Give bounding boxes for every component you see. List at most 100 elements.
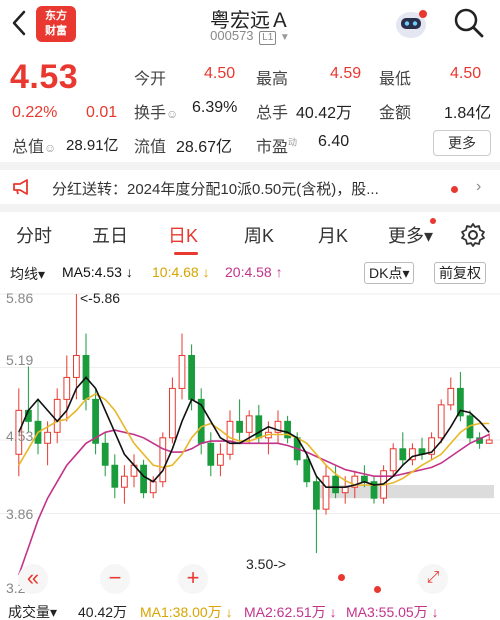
stock-code: 000573 <box>210 28 254 43</box>
float-cap-label: 流值 <box>134 139 167 156</box>
candle-body <box>255 415 263 439</box>
volume-value: 40.42万 <box>296 105 353 122</box>
candle-body <box>207 442 215 466</box>
section-divider <box>0 162 500 170</box>
active-tab-indicator <box>174 252 198 255</box>
mktcap-value: 28.91亿 <box>66 137 119 154</box>
minus-icon[interactable]: − <box>100 564 130 594</box>
chevron-left-icon[interactable] <box>8 6 32 40</box>
search-icon[interactable] <box>452 6 486 40</box>
tab-more[interactable]: 更多▾ <box>388 222 433 248</box>
candle-body <box>341 486 349 494</box>
high-value: 4.59 <box>330 65 362 82</box>
open-label: 今开 <box>134 71 167 88</box>
logo-text-bottom: 财富 <box>45 25 67 37</box>
amount-value: 1.84亿 <box>444 105 492 122</box>
candle-body <box>121 475 128 488</box>
megaphone-icon <box>12 178 32 196</box>
candle-body <box>485 439 493 444</box>
volume-label: 总手 <box>256 105 289 122</box>
chevron-right-icon: › <box>476 178 482 195</box>
volume-indicator-bar: 成交量▾ 40.42万 MA1:38.00万 ↓ MA2:62.51万 ↓ MA… <box>0 600 500 620</box>
tab-monthly-k[interactable]: 月K <box>318 222 348 248</box>
candle-body <box>178 354 186 389</box>
vol-ma3-value: MA3:55.05万 ↓ <box>346 604 439 620</box>
candle-body <box>53 398 61 433</box>
robot-assistant-icon[interactable] <box>392 6 430 42</box>
tab-five-day[interactable]: 五日 <box>92 222 128 248</box>
y-tick-label: 5.19 <box>6 352 34 368</box>
ma20-value: 20:4.58 ↑ <box>225 264 283 280</box>
kline-svg <box>0 293 500 576</box>
candle-body <box>437 404 445 439</box>
turnover-label: 换手☺ <box>134 105 179 122</box>
high-annotation: <-5.86 <box>80 290 121 306</box>
y-tick-label: 4.53 <box>6 428 34 444</box>
open-value: 4.50 <box>204 65 236 82</box>
turnover-value: 6.39% <box>192 99 238 116</box>
gear-icon[interactable] <box>460 222 486 248</box>
ma10-line <box>18 392 490 486</box>
change-percent: 0.22% <box>12 104 58 121</box>
marker-dot[interactable] <box>374 586 381 593</box>
candle-body <box>332 475 339 494</box>
candle-body <box>322 475 330 510</box>
kline-chart[interactable]: 5.86 5.19 4.53 3.86 3.20 <-5.86 3.50-> «… <box>0 286 500 600</box>
candle-body <box>245 415 253 433</box>
candle-body <box>111 464 119 488</box>
volume-value: 40.42万 <box>78 604 128 620</box>
marker-button[interactable] <box>338 564 368 594</box>
expand-icon[interactable]: ⤢ <box>418 564 448 594</box>
ma10-value: 10:4.68 ↓ <box>152 264 210 280</box>
candle-body <box>447 387 455 406</box>
double-left-icon[interactable]: « <box>18 564 48 594</box>
logo-text-top: 东方 <box>45 10 67 22</box>
notice-text: 分红送转：2024年度分配10派0.50元(含税)，股... <box>52 181 379 198</box>
volume-selector[interactable]: 成交量▾ <box>8 602 57 620</box>
current-price: 4.53 <box>10 58 79 96</box>
unread-dot <box>451 186 458 193</box>
candle-body <box>101 442 109 466</box>
ma-indicator-bar: 均线▾ MA5:4.53 ↓ 10:4.68 ↓ 20:4.58 ↑ DK点▾ … <box>0 262 500 284</box>
candle-body <box>63 376 71 400</box>
section-divider <box>0 204 500 212</box>
tab-weekly-k[interactable]: 周K <box>244 222 274 248</box>
float-cap-value: 28.67亿 <box>176 139 233 156</box>
candle-body <box>188 354 195 400</box>
ma-type-selector[interactable]: 均线▾ <box>10 264 45 284</box>
candle-body <box>236 420 243 433</box>
candle-body <box>399 448 407 461</box>
plus-icon[interactable]: + <box>178 564 208 594</box>
candle-body <box>140 464 147 494</box>
high-label: 最高 <box>256 71 289 88</box>
candle-body <box>44 431 51 444</box>
app-logo[interactable]: 东方 财富 <box>36 6 76 42</box>
tab-daily-k[interactable]: 日K <box>168 222 198 248</box>
candle-body <box>217 453 224 466</box>
candle-body <box>389 448 397 472</box>
tab-intraday[interactable]: 分时 <box>16 222 52 248</box>
change-amount: 0.01 <box>86 104 118 121</box>
header: 东方 财富 粤宏远Ａ 000573 L1 ▼ <box>0 0 500 50</box>
notification-dot <box>430 218 436 224</box>
candle-body <box>313 481 320 510</box>
ma5-value: MA5:4.53 ↓ <box>62 264 133 280</box>
y-tick-label: 3.86 <box>6 506 34 522</box>
y-tick-label: 5.86 <box>6 290 34 306</box>
forward-adjust-button[interactable]: 前复权 <box>434 262 486 284</box>
vol-ma1-value: MA1:38.00万 ↓ <box>140 604 233 620</box>
low-annotation: 3.50-> <box>246 556 287 572</box>
low-label: 最低 <box>379 71 412 88</box>
dividend-notice[interactable]: 分红送转：2024年度分配10派0.50元(含税)，股... › <box>0 172 500 202</box>
mktcap-label: 总值☺ <box>12 139 57 156</box>
vol-ma2-value: MA2:62.51万 ↓ <box>244 604 337 620</box>
low-value: 4.50 <box>450 65 482 82</box>
pe-value: 6.40 <box>318 133 350 150</box>
candle-body <box>149 481 157 494</box>
candle-body <box>169 387 176 439</box>
chart-period-tabs: 分时 五日 日K 周K 月K 更多▾ <box>0 212 500 258</box>
more-quote-button[interactable]: 更多 <box>433 130 491 156</box>
candle-body <box>303 459 311 483</box>
dk-point-button[interactable]: DK点▾ <box>364 262 415 284</box>
stock-code-row[interactable]: 000573 L1 ▼ <box>170 28 330 45</box>
